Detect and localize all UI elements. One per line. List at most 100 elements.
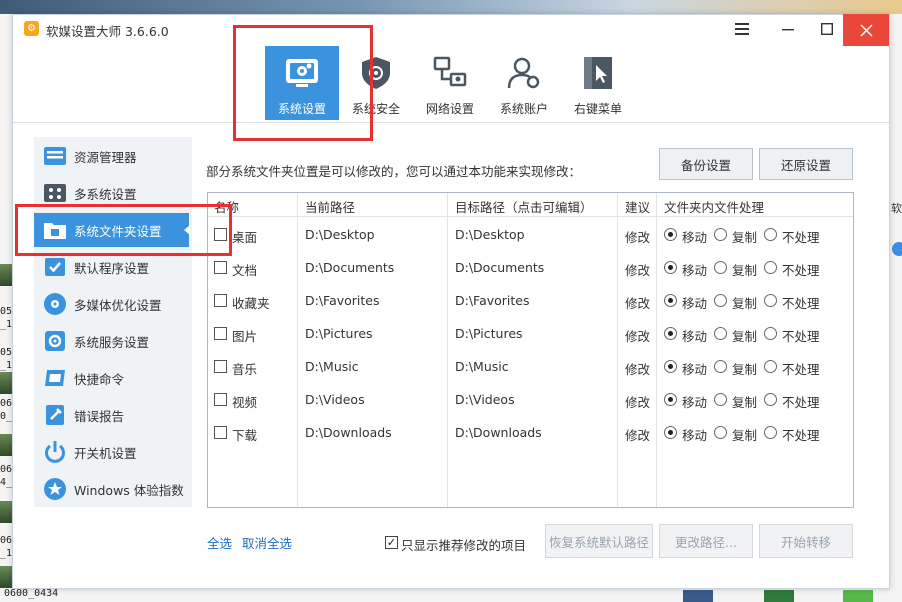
folder-name: 文档 bbox=[232, 263, 258, 278]
radio-option[interactable] bbox=[664, 294, 677, 307]
radio-option[interactable] bbox=[764, 228, 777, 241]
maximize-button[interactable] bbox=[811, 15, 843, 43]
only-recommended-checkbox[interactable]: ✓ bbox=[385, 536, 398, 549]
advice-text: 修改 bbox=[625, 329, 651, 344]
experience-index-icon bbox=[42, 476, 68, 502]
row-checkbox[interactable] bbox=[214, 393, 227, 406]
radio-option[interactable] bbox=[714, 261, 727, 274]
radio-option[interactable] bbox=[714, 294, 727, 307]
target-path[interactable]: D:\Music bbox=[455, 359, 509, 374]
sidebar-item-label: 系统服务设置 bbox=[74, 334, 150, 350]
radio-option[interactable] bbox=[764, 261, 777, 274]
target-path[interactable]: D:\Videos bbox=[455, 392, 515, 407]
target-path[interactable]: D:\Downloads bbox=[455, 425, 542, 440]
table-row[interactable]: 下载 D:\Downloads D:\Downloads 修改 移动 复制 不处理 bbox=[208, 417, 853, 450]
column-header-file-handling: 文件夹内文件处理 bbox=[664, 200, 765, 215]
minimize-button[interactable] bbox=[765, 15, 811, 43]
sidebar-item-label: 多系统设置 bbox=[74, 186, 137, 202]
desktop-dot-icon bbox=[892, 242, 902, 256]
radio-option[interactable] bbox=[664, 228, 677, 241]
table-row[interactable]: 收藏夹 D:\Favorites D:\Favorites 修改 移动 复制 不处理 bbox=[208, 285, 853, 318]
desktop-text: 软 bbox=[891, 202, 902, 215]
radio-option[interactable] bbox=[764, 327, 777, 340]
radio-option[interactable] bbox=[764, 426, 777, 439]
desktop-file-label: 05 bbox=[0, 347, 13, 358]
sidebar-item-experience-index[interactable]: Windows 体验指数 bbox=[34, 472, 192, 506]
desktop-background-top bbox=[0, 0, 902, 14]
desktop-thumbnail bbox=[0, 501, 12, 523]
select-all-link[interactable]: 全选 bbox=[207, 533, 232, 552]
backup-settings-button[interactable]: 备份设置 bbox=[659, 148, 753, 180]
radio-option[interactable] bbox=[764, 393, 777, 406]
sidebar-item-power[interactable]: 开关机设置 bbox=[34, 435, 192, 469]
radio-option[interactable] bbox=[714, 228, 727, 241]
title-bar[interactable]: ⚙ 软媒设置大师 3.6.6.0 bbox=[13, 14, 889, 46]
deselect-all-link[interactable]: 取消全选 bbox=[242, 533, 292, 552]
row-checkbox[interactable] bbox=[214, 261, 227, 274]
radio-option[interactable] bbox=[764, 360, 777, 373]
only-recommended-label: 只显示推荐修改的项目 bbox=[401, 538, 527, 553]
close-icon bbox=[859, 23, 873, 37]
table-row[interactable]: 音乐 D:\Music D:\Music 修改 移动 复制 不处理 bbox=[208, 351, 853, 384]
row-checkbox[interactable] bbox=[214, 294, 227, 307]
radio-option[interactable] bbox=[714, 360, 727, 373]
toolbar-divider bbox=[13, 122, 889, 123]
folder-name: 音乐 bbox=[232, 362, 258, 377]
radio-option[interactable] bbox=[664, 327, 677, 340]
sidebar-item-error-report[interactable]: 错误报告 bbox=[34, 398, 192, 432]
sidebar-item-label: 默认程序设置 bbox=[74, 260, 150, 276]
target-path[interactable]: D:\Favorites bbox=[455, 293, 530, 308]
current-path: D:\Pictures bbox=[305, 326, 373, 341]
shortcut-icon bbox=[42, 365, 68, 391]
sidebar: 资源管理器 多系统设置 系统文件夹设置 默认程序设置 多媒体优化设置 系统服务设… bbox=[34, 137, 192, 507]
tab-label: 系统账户 bbox=[499, 102, 548, 116]
folder-name: 图片 bbox=[232, 329, 258, 344]
hamburger-icon bbox=[735, 23, 749, 35]
radio-option[interactable] bbox=[664, 393, 677, 406]
tab-network-settings[interactable]: 网络设置 bbox=[413, 46, 487, 120]
radio-option[interactable] bbox=[714, 393, 727, 406]
menu-button[interactable] bbox=[719, 15, 765, 43]
radio-option[interactable] bbox=[714, 327, 727, 340]
start-move-button[interactable]: 开始转移 bbox=[759, 524, 853, 558]
close-button[interactable] bbox=[843, 14, 889, 46]
row-checkbox[interactable] bbox=[214, 360, 227, 373]
target-path[interactable]: D:\Documents bbox=[455, 260, 544, 275]
radio-option[interactable] bbox=[664, 360, 677, 373]
tab-label: 右键菜单 bbox=[573, 102, 622, 116]
sidebar-item-explorer[interactable]: 资源管理器 bbox=[34, 139, 192, 173]
radio-option[interactable] bbox=[714, 426, 727, 439]
sidebar-item-multimedia[interactable]: 多媒体优化设置 bbox=[34, 287, 192, 321]
table-header: 名称 当前路径 目标路径（点击可编辑） 建议 文件夹内文件处理 bbox=[208, 193, 853, 217]
radio-option-label: 移动 bbox=[682, 296, 708, 311]
tab-context-menu[interactable]: 右键菜单 bbox=[561, 46, 635, 120]
change-path-button[interactable]: 更改路径... bbox=[659, 524, 753, 558]
radio-option-label: 移动 bbox=[682, 230, 708, 245]
sidebar-item-service[interactable]: 系统服务设置 bbox=[34, 324, 192, 358]
restore-default-path-button[interactable]: 恢复系统默认路径 bbox=[545, 524, 653, 558]
table-row[interactable]: 桌面 D:\Desktop D:\Desktop 修改 移动 复制 不处理 bbox=[208, 219, 853, 252]
sidebar-item-label: 多媒体优化设置 bbox=[74, 297, 162, 313]
cursor-menu-icon bbox=[584, 57, 612, 89]
folder-table: 名称 当前路径 目标路径（点击可编辑） 建议 文件夹内文件处理 桌面 D:\Des… bbox=[207, 192, 854, 508]
tab-system-account[interactable]: 系统账户 bbox=[487, 46, 561, 120]
table-row[interactable]: 图片 D:\Pictures D:\Pictures 修改 移动 复制 不处理 bbox=[208, 318, 853, 351]
sidebar-item-shortcut[interactable]: 快捷命令 bbox=[34, 361, 192, 395]
row-checkbox[interactable] bbox=[214, 426, 227, 439]
target-path[interactable]: D:\Pictures bbox=[455, 326, 523, 341]
restore-settings-button[interactable]: 还原设置 bbox=[759, 148, 853, 180]
table-row[interactable]: 文档 D:\Documents D:\Documents 修改 移动 复制 不处理 bbox=[208, 252, 853, 285]
radio-option[interactable] bbox=[664, 261, 677, 274]
row-checkbox[interactable] bbox=[214, 327, 227, 340]
radio-option[interactable] bbox=[664, 426, 677, 439]
current-path: D:\Favorites bbox=[305, 293, 380, 308]
sidebar-item-label: 开关机设置 bbox=[74, 445, 137, 461]
column-header-advice: 建议 bbox=[625, 200, 651, 215]
radio-option[interactable] bbox=[764, 294, 777, 307]
highlight-box bbox=[15, 204, 232, 256]
table-row[interactable]: 视频 D:\Videos D:\Videos 修改 移动 复制 不处理 bbox=[208, 384, 853, 417]
radio-option-label: 不处理 bbox=[782, 329, 820, 344]
target-path[interactable]: D:\Desktop bbox=[455, 227, 525, 242]
maximize-icon bbox=[821, 23, 833, 35]
current-path: D:\Desktop bbox=[305, 227, 375, 242]
